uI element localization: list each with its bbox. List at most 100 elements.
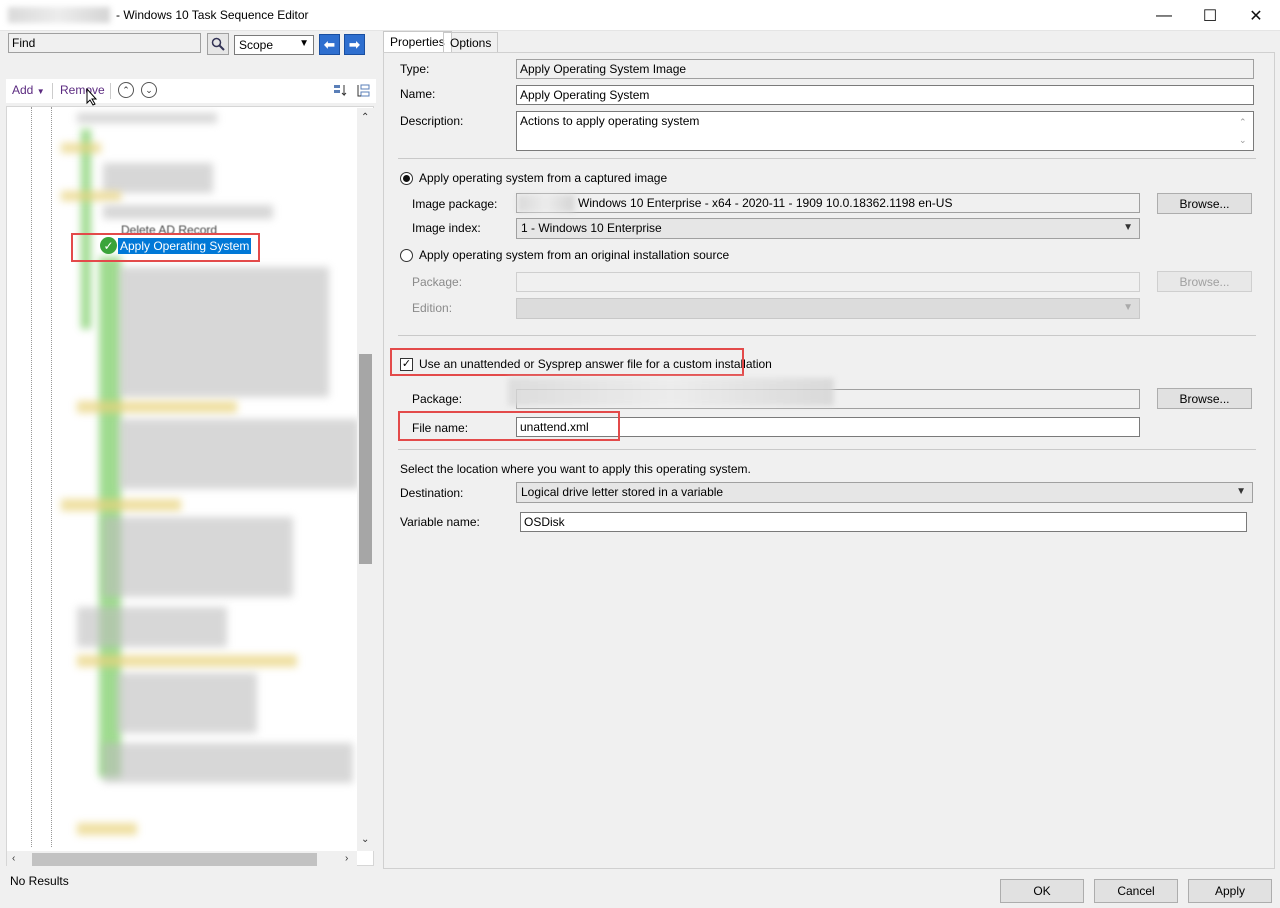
image-package-label: Image package:: [412, 197, 498, 211]
scope-value: Scope: [239, 38, 274, 52]
edition-dropdown-disabled: ▼: [516, 298, 1140, 319]
variable-name-label: Variable name:: [400, 515, 480, 529]
tree-line: [31, 107, 32, 847]
status-text: No Results: [10, 874, 69, 888]
image-index-dropdown[interactable]: 1 - Windows 10 Enterprise ▼: [516, 218, 1140, 239]
redacted-tree-icons: [81, 129, 91, 329]
scroll-down-icon[interactable]: ⌄: [361, 834, 369, 845]
browse-image-package-button[interactable]: Browse...: [1157, 193, 1252, 214]
double-chevron-down-icon: ⌄: [145, 84, 153, 95]
toolbar-divider: [52, 83, 53, 99]
captured-image-radio[interactable]: [400, 172, 413, 185]
name-field[interactable]: Apply Operating System: [516, 85, 1254, 105]
redacted-site-name: [8, 7, 110, 23]
next-result-button[interactable]: ➡: [344, 34, 365, 55]
redacted-group: [61, 499, 181, 511]
previous-result-button[interactable]: ⬅: [319, 34, 340, 55]
description-scroll-icons: ⌃ ⌄: [1239, 117, 1247, 145]
add-label: Add: [12, 83, 34, 97]
divider: [398, 335, 1256, 336]
type-label: Type:: [400, 62, 430, 76]
chevron-down-icon: ▼: [1236, 486, 1246, 497]
name-label: Name:: [400, 87, 436, 101]
variable-name-field[interactable]: OSDisk: [520, 512, 1247, 532]
toolbar-divider: [110, 83, 111, 99]
redacted-tree-items: [117, 673, 257, 733]
redacted-tree-items: [119, 267, 329, 397]
scroll-up-icon[interactable]: ⌃: [361, 112, 369, 123]
description-label: Description:: [400, 114, 464, 128]
type-field: Apply Operating System Image: [516, 59, 1254, 79]
find-input[interactable]: Find: [8, 33, 201, 53]
vertical-scroll-thumb[interactable]: [359, 354, 372, 564]
mouse-cursor-icon: [86, 88, 98, 106]
highlight-box: [390, 348, 744, 376]
image-index-value: 1 - Windows 10 Enterprise: [521, 221, 662, 235]
redacted-group: [61, 191, 121, 201]
image-index-label: Image index:: [412, 221, 481, 235]
redacted-tree-items: [103, 517, 293, 597]
scroll-right-icon[interactable]: ›: [345, 853, 348, 864]
chevron-down-icon: ▼: [299, 38, 309, 49]
highlight-box: [398, 411, 620, 441]
move-down-button[interactable]: ⌄: [141, 82, 157, 98]
tab-options[interactable]: Options: [443, 32, 499, 52]
title-bar: - Windows 10 Task Sequence Editor — ☐ ✕: [0, 0, 1280, 31]
scroll-left-icon[interactable]: ‹: [12, 853, 15, 864]
cancel-button[interactable]: Cancel: [1094, 879, 1178, 903]
redacted-group: [77, 655, 297, 667]
divider: [398, 449, 1256, 450]
tree-line: [51, 107, 52, 847]
original-source-radio[interactable]: [400, 249, 413, 262]
captured-image-label[interactable]: Apply operating system from a captured i…: [419, 171, 667, 185]
arrow-right-icon: ➡: [349, 36, 360, 52]
redacted-tree-item: [103, 163, 213, 193]
destination-label: Destination:: [400, 486, 464, 500]
redacted-tree-item: [77, 113, 217, 123]
tree-toolbar: Add ▼ Remove ⌃ ⌄: [6, 79, 376, 103]
redacted-answer-package: [508, 378, 834, 406]
answer-package-label: Package:: [412, 392, 463, 406]
destination-dropdown[interactable]: Logical drive letter stored in a variabl…: [516, 482, 1253, 503]
description-field[interactable]: Actions to apply operating system: [516, 111, 1254, 151]
horizontal-scroll-thumb[interactable]: [32, 853, 317, 866]
ok-button[interactable]: OK: [1000, 879, 1084, 903]
image-package-field: Windows 10 Enterprise - x64 - 2020-11 - …: [516, 193, 1140, 213]
divider: [398, 158, 1256, 159]
group-button[interactable]: [355, 83, 371, 99]
find-button[interactable]: [207, 33, 229, 55]
close-button[interactable]: ✕: [1233, 0, 1279, 31]
highlight-box: [71, 233, 260, 262]
redacted-group: [77, 401, 237, 413]
edition-label-disabled: Edition:: [412, 301, 453, 315]
original-source-label[interactable]: Apply operating system from an original …: [419, 248, 729, 262]
redacted-tree-items: [119, 419, 359, 489]
redacted-package-id: [518, 195, 574, 212]
task-sequence-tree[interactable]: Delete AD Record: [6, 106, 374, 866]
minimize-button[interactable]: —: [1141, 0, 1187, 31]
chevron-down-icon: ▼: [1123, 302, 1133, 313]
maximize-button[interactable]: ☐: [1187, 0, 1233, 31]
magnifier-icon: [211, 37, 225, 51]
apply-button[interactable]: Apply: [1188, 879, 1272, 903]
browse-package-button-disabled: Browse...: [1157, 271, 1252, 292]
move-up-button[interactable]: ⌃: [118, 82, 134, 98]
sort-icon: [334, 85, 347, 97]
redacted-tree-items: [77, 607, 227, 647]
group-icon: [357, 84, 370, 97]
scope-dropdown[interactable]: Scope ▼: [234, 35, 314, 55]
sort-button[interactable]: [332, 83, 348, 99]
redacted-group: [77, 823, 137, 835]
browse-answer-package-button[interactable]: Browse...: [1157, 388, 1252, 409]
location-prompt: Select the location where you want to ap…: [400, 462, 751, 476]
dropdown-arrow-icon: ▼: [36, 87, 45, 96]
window-title: - Windows 10 Task Sequence Editor: [116, 8, 309, 22]
chevron-down-icon: ▼: [1123, 222, 1133, 233]
package-label-disabled: Package:: [412, 275, 463, 289]
tab-properties[interactable]: Properties: [383, 31, 452, 53]
double-chevron-up-icon: ⌃: [122, 84, 130, 95]
add-button[interactable]: Add ▼: [12, 83, 45, 97]
redacted-group: [61, 143, 101, 153]
arrow-left-icon: ⬅: [324, 36, 335, 52]
destination-value: Logical drive letter stored in a variabl…: [521, 485, 724, 499]
